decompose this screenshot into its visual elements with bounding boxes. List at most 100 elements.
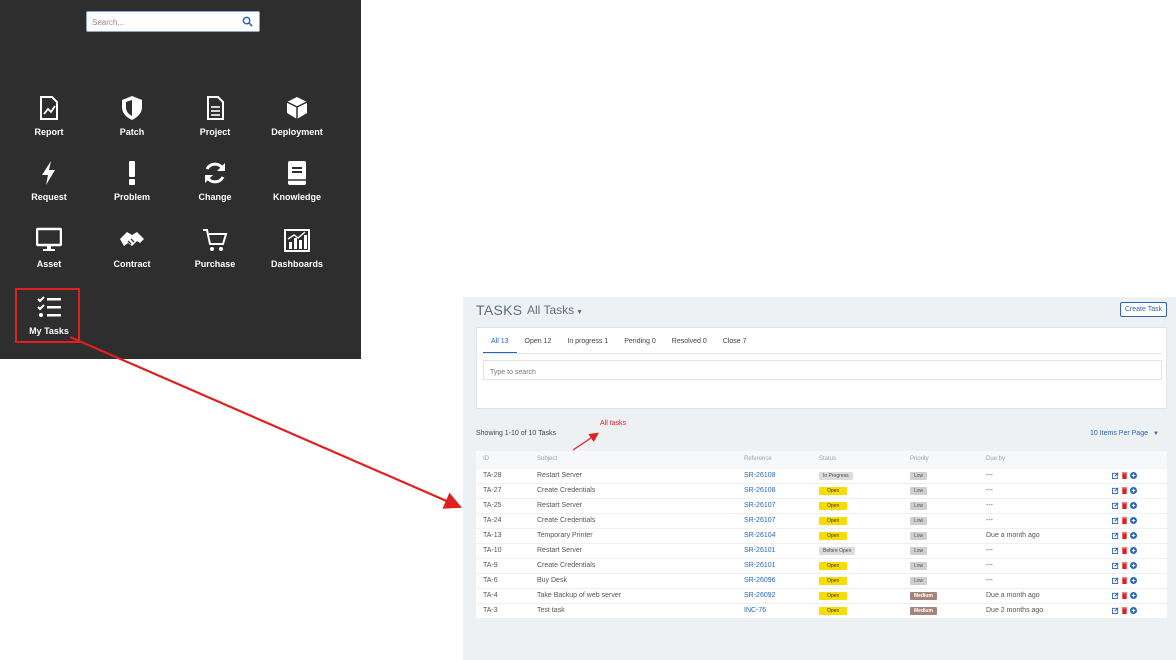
tile-project[interactable]: Project [174,95,256,155]
add-circle-icon[interactable] [1130,472,1137,479]
task-subject[interactable]: Test task [537,607,565,614]
task-id: TA-27 [483,487,502,494]
delete-icon[interactable] [1121,562,1128,569]
task-subject[interactable]: Buy Desk [537,577,567,584]
task-reference-link[interactable]: SR-26104 [744,532,776,539]
column-header-id[interactable]: ID [483,456,489,462]
task-search-box[interactable] [483,360,1162,382]
edit-icon[interactable] [1112,562,1119,569]
tile-label: Deployment [271,127,323,137]
column-header-priority[interactable]: Priority [910,456,929,462]
table-row[interactable]: TA-9 Create Credentials SR-26101 Open Low --- [476,559,1167,574]
row-actions [1112,487,1139,494]
delete-icon[interactable] [1121,487,1128,494]
items-per-page-dropdown[interactable]: 10 Items Per Page ▼ [1090,430,1159,437]
tile-change[interactable]: Change [174,160,256,220]
edit-icon[interactable] [1112,487,1119,494]
table-row[interactable]: TA-6 Buy Desk SR-26096 Open Low --- [476,574,1167,589]
task-subject[interactable]: Create Credentials [537,487,595,494]
column-header-reference[interactable]: Reference [744,456,772,462]
task-subject[interactable]: Create Credentials [537,562,595,569]
delete-icon[interactable] [1121,577,1128,584]
tile-request[interactable]: Request [8,160,90,220]
edit-icon[interactable] [1112,517,1119,524]
due-by: Due a month ago [986,532,1040,539]
status-tab[interactable]: Resolved 0 [664,337,715,354]
add-circle-icon[interactable] [1130,487,1137,494]
task-reference-link[interactable]: SR-26092 [744,592,776,599]
delete-icon[interactable] [1121,472,1128,479]
status-tab[interactable]: All 13 [483,337,517,354]
task-subject[interactable]: Create Credentials [537,517,595,524]
task-subject[interactable]: Restart Server [537,502,582,509]
task-reference-link[interactable]: SR-26108 [744,472,776,479]
delete-icon[interactable] [1121,517,1128,524]
task-reference-link[interactable]: SR-26101 [744,562,776,569]
task-reference-link[interactable]: SR-26101 [744,547,776,554]
add-circle-icon[interactable] [1130,517,1137,524]
table-row[interactable]: TA-3 Test task INC-76 Open Medium Due 2 month… [476,604,1167,619]
add-circle-icon[interactable] [1130,532,1137,539]
edit-icon[interactable] [1112,607,1119,614]
create-task-button[interactable]: Create Task [1120,302,1167,317]
tile-problem[interactable]: Problem [91,160,173,220]
delete-icon[interactable] [1121,547,1128,554]
priority-cell: Low [910,562,928,570]
add-circle-icon[interactable] [1130,592,1137,599]
edit-icon[interactable] [1112,532,1119,539]
tasks-panel: TASKS All Tasks ▼ Create Task All 13 Open … [463,297,1176,660]
task-subject[interactable]: Restart Server [537,472,582,479]
add-circle-icon[interactable] [1130,607,1137,614]
delete-icon[interactable] [1121,607,1128,614]
task-reference-link[interactable]: SR-26108 [744,487,776,494]
task-reference-link[interactable]: SR-26096 [744,577,776,584]
edit-icon[interactable] [1112,592,1119,599]
column-header-due-by[interactable]: Due by [986,456,1005,462]
task-search-input[interactable] [484,363,1161,382]
add-circle-icon[interactable] [1130,502,1137,509]
task-reference-link[interactable]: INC-76 [744,607,766,614]
launcher-search-box[interactable] [86,11,260,32]
search-icon[interactable] [242,16,253,27]
table-row[interactable]: TA-4 Take Backup of web server SR-26092 Ope… [476,589,1167,604]
task-subject[interactable]: Restart Server [537,547,582,554]
add-circle-icon[interactable] [1130,577,1137,584]
status-tab[interactable]: Close 7 [715,337,755,354]
table-row[interactable]: TA-27 Create Credentials SR-26108 Open Low --… [476,484,1167,499]
task-reference-link[interactable]: SR-26107 [744,502,776,509]
tile-purchase[interactable]: Purchase [174,227,256,287]
column-header-status[interactable]: Status [819,456,836,462]
tile-label: Purchase [194,259,236,269]
task-subject[interactable]: Temporary Printer [537,532,593,539]
table-row[interactable]: TA-28 Restart Server SR-26108 In Progress Lo… [476,469,1167,484]
table-row[interactable]: TA-24 Create Credentials SR-26107 Open Low --… [476,514,1167,529]
table-row[interactable]: TA-25 Restart Server SR-26107 Open Low --- [476,499,1167,514]
due-by: --- [986,517,993,524]
task-subject[interactable]: Take Backup of web server [537,592,621,599]
tile-knowledge[interactable]: Knowledge [256,160,338,220]
view-filter-dropdown[interactable]: All Tasks ▼ [527,303,583,317]
table-row[interactable]: TA-10 Restart Server SR-26101 Before Open Lo… [476,544,1167,559]
task-reference-link[interactable]: SR-26107 [744,517,776,524]
add-circle-icon[interactable] [1130,547,1137,554]
edit-icon[interactable] [1112,502,1119,509]
status-tab[interactable]: Pending 0 [616,337,664,354]
status-tab[interactable]: Open 12 [517,337,560,354]
delete-icon[interactable] [1121,532,1128,539]
table-row[interactable]: TA-13 Temporary Printer SR-26104 Open Low Due… [476,529,1167,544]
edit-icon[interactable] [1112,577,1119,584]
add-circle-icon[interactable] [1130,562,1137,569]
delete-icon[interactable] [1121,502,1128,509]
edit-icon[interactable] [1112,472,1119,479]
tile-asset[interactable]: Asset [8,227,90,287]
tile-dashboards[interactable]: Dashboards [256,227,338,287]
tile-patch[interactable]: Patch [91,95,173,155]
status-tab[interactable]: In progress 1 [559,337,616,354]
tile-report[interactable]: Report [8,95,90,155]
delete-icon[interactable] [1121,592,1128,599]
column-header-subject[interactable]: Subject [537,456,557,462]
edit-icon[interactable] [1112,547,1119,554]
tile-deployment[interactable]: Deployment [256,95,338,155]
launcher-search-input[interactable] [87,13,237,32]
tile-contract[interactable]: Contract [91,227,173,287]
